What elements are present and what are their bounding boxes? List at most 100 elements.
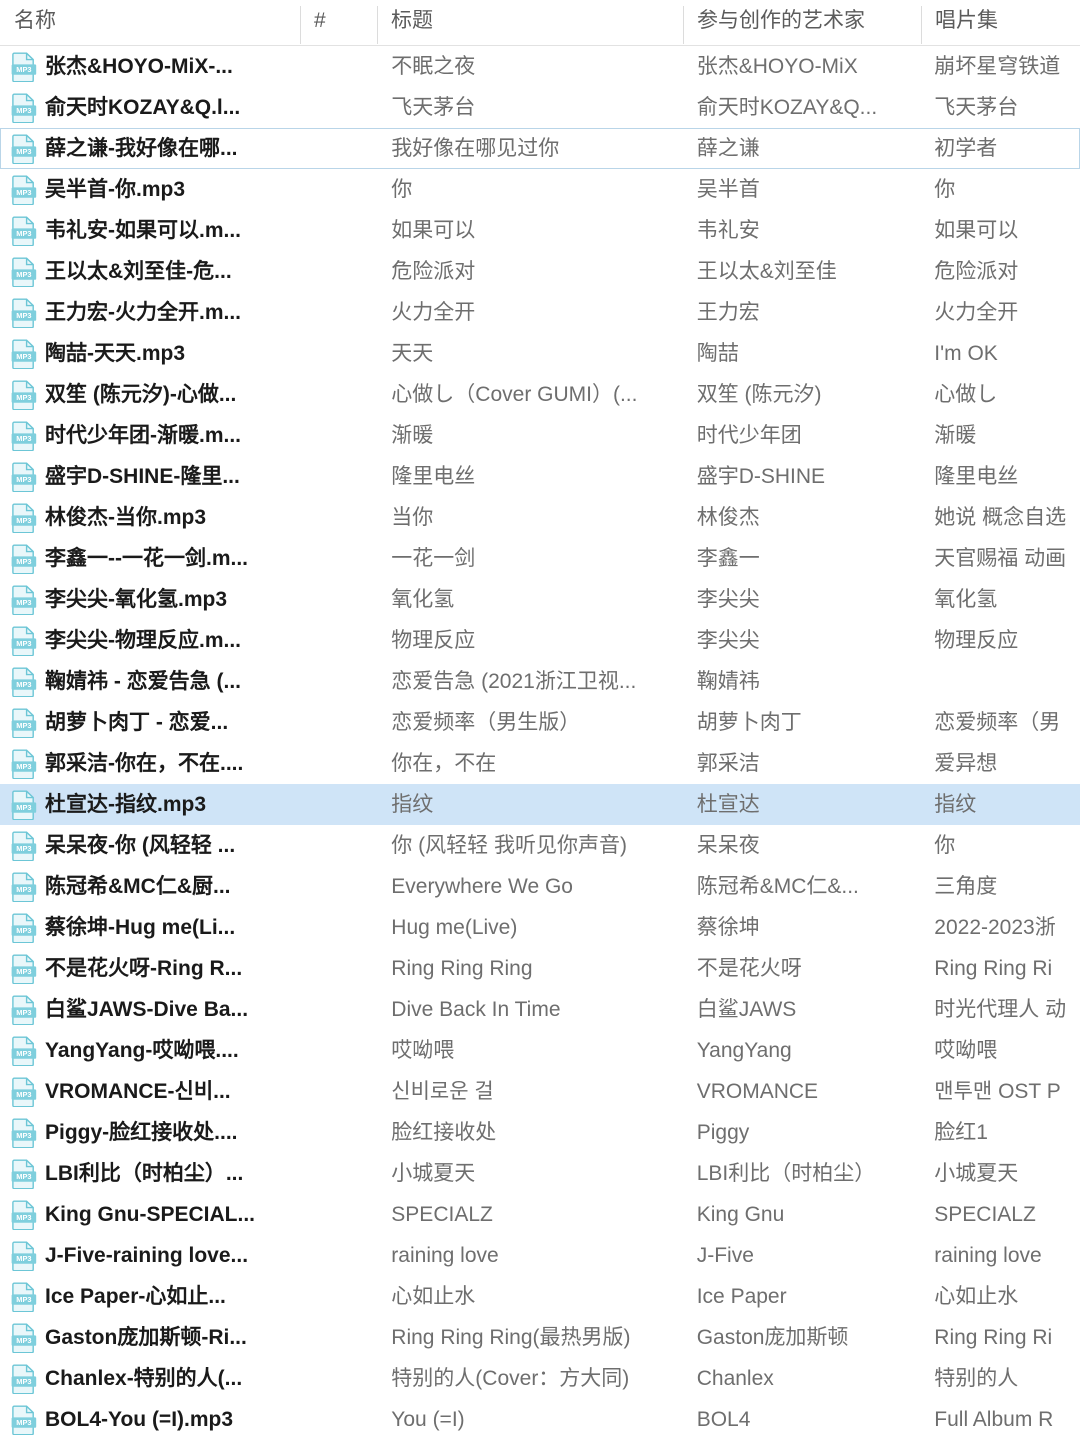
file-row[interactable]: MP3 王力宏-火力全开.m... 火力全开 王力宏 火力全开 (0, 292, 1080, 333)
cell-name[interactable]: MP3 Gaston庞加斯顿-Ri... (1, 1317, 300, 1358)
file-row[interactable]: MP3 YangYang-哎呦喂.... 哎呦喂 YangYang 哎呦喂 (0, 1030, 1080, 1071)
cell-name[interactable]: MP3 韦礼安-如果可以.m... (1, 210, 300, 251)
cell-name[interactable]: MP3 双笙 (陈元汐)-心做... (1, 374, 300, 415)
file-row[interactable]: MP3 King Gnu-SPECIAL... SPECIALZ King Gnu SP… (0, 1194, 1080, 1235)
file-name-label: 白鲨JAWS-Dive Ba... (45, 998, 249, 1021)
cell-name[interactable]: MP3 俞天时KOZAY&Q.l... (1, 87, 300, 128)
file-name-label: 不是花火呀-Ring R... (45, 957, 243, 980)
cell-name[interactable]: MP3 陶喆-天天.mp3 (1, 333, 300, 374)
column-header-album[interactable]: 唱片集 (921, 6, 1080, 46)
cell-artist: 韦礼安 (696, 219, 760, 242)
file-row[interactable]: MP3 LBI利比（时柏尘）... 小城夏天 LBI利比（时柏尘） 小城夏天 (0, 1153, 1080, 1194)
file-row[interactable]: MP3 吴半首-你.mp3 你 吴半首 你 (0, 169, 1080, 210)
cell-track-number (300, 620, 377, 661)
file-row[interactable]: MP3 陶喆-天天.mp3 天天 陶喆 I'm OK (0, 333, 1080, 374)
file-row[interactable]: MP3 林俊杰-当你.mp3 当你 林俊杰 她说 概念自选 (0, 497, 1080, 538)
cell-title: 渐暖 (391, 424, 434, 447)
file-row[interactable]: MP3 陈冠希&MC仁&厨... Everywhere We Go 陈冠希&MC仁&.… (0, 866, 1080, 907)
cell-name[interactable]: MP3 VROMANCE-신비... (1, 1071, 300, 1112)
cell-name[interactable]: MP3 薛之谦-我好像在哪... (1, 128, 300, 169)
file-row[interactable]: MP3 白鲨JAWS-Dive Ba... Dive Back In Time 白鲨J… (0, 989, 1080, 1030)
file-row[interactable]: MP3 呆呆夜-你 (风轻轻 ... 你 (风轻轻 我听见你声音) 呆呆夜 你 (0, 825, 1080, 866)
cell-name[interactable]: MP3 陈冠希&MC仁&厨... (1, 866, 300, 907)
cell-artist: VROMANCE (696, 1080, 819, 1103)
mp3-file-icon: MP3 (11, 790, 37, 820)
svg-text:MP3: MP3 (16, 270, 31, 279)
mp3-file-icon: MP3 (11, 1118, 37, 1148)
file-row[interactable]: MP3 盛宇D-SHINE-隆里... 隆里电丝 盛宇D-SHINE 隆里电丝 (0, 456, 1080, 497)
file-name-label: 胡萝卜肉丁 - 恋爱... (45, 711, 229, 734)
mp3-file-icon: MP3 (11, 667, 37, 697)
column-header-title[interactable]: 标题 (377, 6, 683, 46)
cell-name[interactable]: MP3 呆呆夜-你 (风轻轻 ... (1, 825, 300, 866)
cell-name[interactable]: MP3 Ice Paper-心如止... (1, 1276, 300, 1317)
column-header-row: 名称 # 标题 参与创作的艺术家 唱片集 (0, 0, 1080, 46)
file-row[interactable]: MP3 薛之谦-我好像在哪... 我好像在哪见过你 薛之谦 初学者 (0, 128, 1080, 169)
cell-name[interactable]: MP3 郭采洁-你在，不在.... (1, 743, 300, 784)
svg-text:MP3: MP3 (16, 1418, 31, 1427)
file-row[interactable]: MP3 李尖尖-物理反应.m... 物理反应 李尖尖 物理反应 (0, 620, 1080, 661)
mp3-file-icon: MP3 (11, 585, 37, 615)
cell-title: raining love (391, 1244, 499, 1267)
cell-name[interactable]: MP3 李尖尖-物理反应.m... (1, 620, 300, 661)
cell-album: 如果可以 (934, 219, 1019, 242)
cell-name[interactable]: MP3 王以太&刘至佳-危... (1, 251, 300, 292)
column-header-artist[interactable]: 参与创作的艺术家 (683, 6, 921, 46)
file-row[interactable]: MP3 时代少年团-渐暖.m... 渐暖 时代少年团 渐暖 (0, 415, 1080, 456)
file-row[interactable]: MP3 杜宣达-指纹.mp3 指纹 杜宣达 指纹 (0, 784, 1080, 825)
file-row[interactable]: MP3 胡萝卜肉丁 - 恋爱... 恋爱频率（男生版） 胡萝卜肉丁 恋爱频率（男 (0, 702, 1080, 743)
svg-text:MP3: MP3 (16, 1008, 31, 1017)
cell-name[interactable]: MP3 J-Five-raining love... (1, 1235, 300, 1276)
cell-name[interactable]: MP3 Chanlex-特别的人(... (1, 1358, 300, 1399)
file-row[interactable]: MP3 BOL4-You (=I).mp3 You (=I) BOL4 Full Alb… (0, 1399, 1080, 1440)
cell-name[interactable]: MP3 杜宣达-指纹.mp3 (1, 784, 300, 825)
column-header-name[interactable]: 名称 (0, 6, 300, 46)
file-row[interactable]: MP3 郭采洁-你在，不在.... 你在，不在 郭采洁 爱异想 (0, 743, 1080, 784)
file-row[interactable]: MP3 鞠婧祎 - 恋爱告急 (... 恋爱告急 (2021浙江卫视... 鞠婧祎 (0, 661, 1080, 702)
cell-name[interactable]: MP3 蔡徐坤-Hug me(Li... (1, 907, 300, 948)
cell-name[interactable]: MP3 白鲨JAWS-Dive Ba... (1, 989, 300, 1030)
cell-name[interactable]: MP3 李尖尖-氧化氢.mp3 (1, 579, 300, 620)
file-row[interactable]: MP3 双笙 (陈元汐)-心做... 心做し（Cover GUMI）(... 双笙 (… (0, 374, 1080, 415)
cell-track-number (300, 292, 377, 333)
file-name-label: Gaston庞加斯顿-Ri... (45, 1326, 247, 1349)
cell-artist: LBI利比（时柏尘） (696, 1162, 876, 1185)
column-header-number[interactable]: # (300, 6, 377, 46)
cell-name[interactable]: MP3 Piggy-脸红接收处.... (1, 1112, 300, 1153)
cell-name[interactable]: MP3 LBI利比（时柏尘）... (1, 1153, 300, 1194)
cell-name[interactable]: MP3 时代少年团-渐暖.m... (1, 415, 300, 456)
svg-text:MP3: MP3 (16, 352, 31, 361)
cell-name[interactable]: MP3 王力宏-火力全开.m... (1, 292, 300, 333)
cell-name[interactable]: MP3 胡萝卜肉丁 - 恋爱... (1, 702, 300, 743)
file-row[interactable]: MP3 王以太&刘至佳-危... 危险派对 王以太&刘至佳 危险派对 (0, 251, 1080, 292)
cell-name[interactable]: MP3 李鑫一--一花一剑.m... (1, 538, 300, 579)
cell-name[interactable]: MP3 张杰&HOYO-MiX-... (1, 46, 300, 87)
cell-name[interactable]: MP3 盛宇D-SHINE-隆里... (1, 456, 300, 497)
cell-album: 心如止水 (934, 1285, 1019, 1308)
cell-name[interactable]: MP3 YangYang-哎呦喂.... (1, 1030, 300, 1071)
cell-name[interactable]: MP3 不是花火呀-Ring R... (1, 948, 300, 989)
file-row[interactable]: MP3 韦礼安-如果可以.m... 如果可以 韦礼安 如果可以 (0, 210, 1080, 251)
file-row[interactable]: MP3 李鑫一--一花一剑.m... 一花一剑 李鑫一 天官赐福 动画 (0, 538, 1080, 579)
file-row[interactable]: MP3 Gaston庞加斯顿-Ri... Ring Ring Ring(最热男版) G… (0, 1317, 1080, 1358)
file-row[interactable]: MP3 J-Five-raining love... raining love J-F… (0, 1235, 1080, 1276)
file-name-label: 吴半首-你.mp3 (45, 178, 186, 201)
file-row[interactable]: MP3 张杰&HOYO-MiX-... 不眠之夜 张杰&HOYO-MiX 崩坏星穹铁道 (0, 46, 1080, 87)
cell-name[interactable]: MP3 吴半首-你.mp3 (1, 169, 300, 210)
file-row[interactable]: MP3 Chanlex-特别的人(... 特别的人(Cover：方大同) Chanle… (0, 1358, 1080, 1399)
file-row[interactable]: MP3 Piggy-脸红接收处.... 脸红接收处 Piggy 脸红1 (0, 1112, 1080, 1153)
file-row[interactable]: MP3 Ice Paper-心如止... 心如止水 Ice Paper 心如止水 (0, 1276, 1080, 1317)
cell-name[interactable]: MP3 BOL4-You (=I).mp3 (1, 1399, 300, 1440)
cell-name[interactable]: MP3 林俊杰-当你.mp3 (1, 497, 300, 538)
file-row[interactable]: MP3 李尖尖-氧化氢.mp3 氧化氢 李尖尖 氧化氢 (0, 579, 1080, 620)
cell-artist: 俞天时KOZAY&Q... (696, 96, 878, 119)
cell-track-number (300, 87, 377, 128)
file-row[interactable]: MP3 VROMANCE-신비... 신비로운 걸 VROMANCE 맨투맨 OST P (0, 1071, 1080, 1112)
file-row[interactable]: MP3 俞天时KOZAY&Q.l... 飞天茅台 俞天时KOZAY&Q... 飞天茅台 (0, 87, 1080, 128)
cell-artist: 李尖尖 (696, 629, 760, 652)
cell-name[interactable]: MP3 鞠婧祎 - 恋爱告急 (... (1, 661, 300, 702)
cell-artist: 陈冠希&MC仁&... (696, 875, 859, 898)
file-row[interactable]: MP3 不是花火呀-Ring R... Ring Ring Ring 不是花火呀 Rin… (0, 948, 1080, 989)
file-row[interactable]: MP3 蔡徐坤-Hug me(Li... Hug me(Live) 蔡徐坤 2022-2… (0, 907, 1080, 948)
cell-name[interactable]: MP3 King Gnu-SPECIAL... (1, 1194, 300, 1235)
